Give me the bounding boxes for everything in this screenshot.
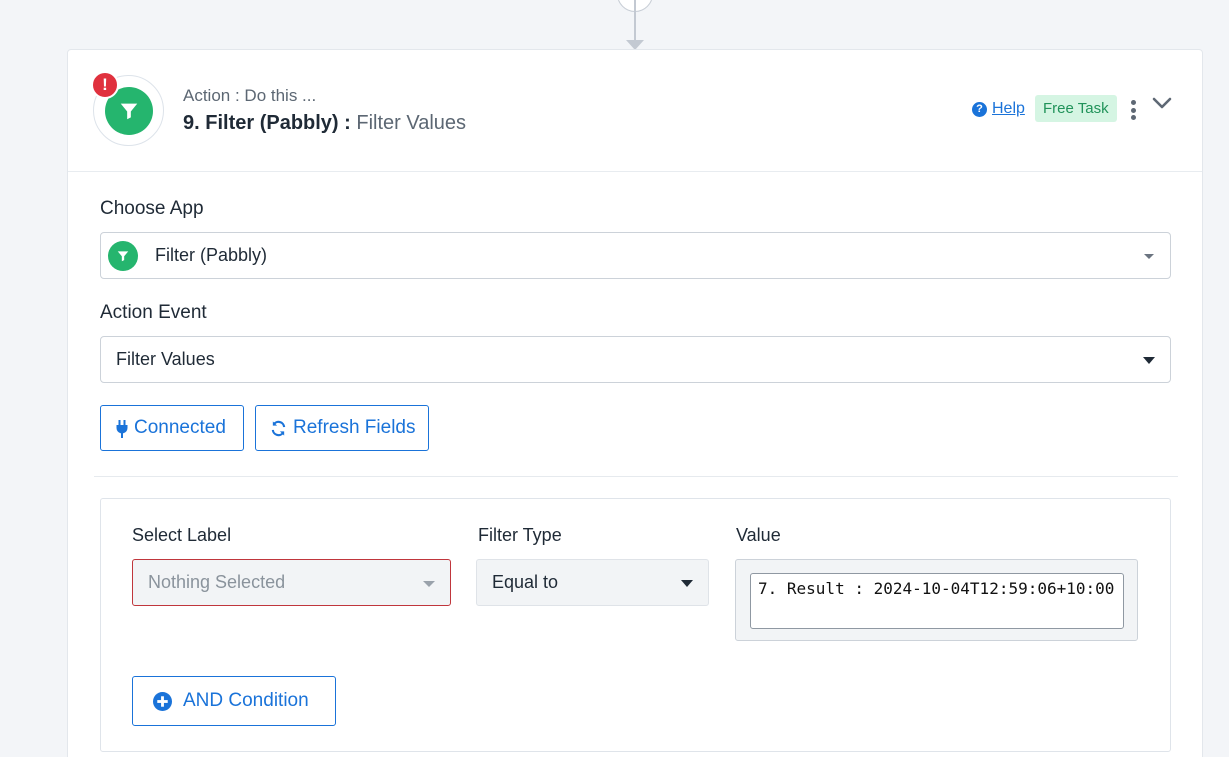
chevron-down-icon[interactable] xyxy=(1152,96,1172,115)
action-event-label: Action Event xyxy=(100,302,207,323)
free-task-badge: Free Task xyxy=(1035,95,1117,122)
section-divider xyxy=(94,476,1178,477)
filter-icon xyxy=(108,241,138,271)
step-header[interactable]: ! Action : Do this ... 9. Filter (Pabbly… xyxy=(68,50,1202,172)
plug-icon xyxy=(116,420,128,438)
and-condition-button[interactable]: AND Condition xyxy=(132,676,336,726)
choose-app-select[interactable]: Filter (Pabbly) xyxy=(100,232,1171,279)
plus-circle-icon xyxy=(153,692,172,711)
connector-line xyxy=(634,0,636,42)
action-event-select[interactable]: Filter Values xyxy=(100,336,1171,383)
refresh-icon xyxy=(271,420,286,437)
caret-down-icon xyxy=(1144,254,1154,259)
and-condition-button-label: AND Condition xyxy=(183,690,309,711)
value-field-container: 7. Result : 2024-10-04T12:59:06+10:00 xyxy=(735,559,1138,641)
connected-button-label: Connected xyxy=(134,417,226,438)
help-icon: ? xyxy=(972,101,987,117)
caret-down-icon xyxy=(423,581,435,587)
step-type-label: Action : Do this ... xyxy=(183,86,317,105)
choose-app-label: Choose App xyxy=(100,198,204,219)
kebab-menu-icon[interactable] xyxy=(1128,100,1138,120)
filter-type-value: Equal to xyxy=(492,572,559,592)
help-link-label[interactable]: Help xyxy=(992,100,1025,118)
connected-button[interactable]: Connected xyxy=(100,405,244,451)
filter-type-dropdown[interactable]: Equal to xyxy=(476,559,709,606)
step-app-name: 9. Filter (Pabbly) : xyxy=(183,112,351,134)
select-label-dropdown[interactable]: Nothing Selected xyxy=(132,559,451,606)
filter-conditions-panel: Select Label Nothing Selected Filter Typ… xyxy=(100,498,1171,752)
value-heading: Value xyxy=(736,525,781,545)
refresh-fields-button-label: Refresh Fields xyxy=(293,417,416,438)
step-event-name: Filter Values xyxy=(356,112,467,134)
caret-down-icon xyxy=(1143,357,1155,364)
action-step-card: ! Action : Do this ... 9. Filter (Pabbly… xyxy=(67,49,1203,757)
filter-type-heading: Filter Type xyxy=(478,525,562,545)
choose-app-value: Filter (Pabbly) xyxy=(155,245,268,265)
action-event-value: Filter Values xyxy=(116,349,215,369)
caret-down-icon xyxy=(681,580,693,587)
select-label-placeholder: Nothing Selected xyxy=(148,572,286,592)
refresh-fields-button[interactable]: Refresh Fields xyxy=(255,405,429,451)
value-input[interactable]: 7. Result : 2024-10-04T12:59:06+10:00 xyxy=(750,573,1124,629)
error-icon: ! xyxy=(91,71,119,99)
help-link[interactable]: ? Help xyxy=(972,100,1025,118)
step-title: 9. Filter (Pabbly) : Filter Values xyxy=(183,112,466,135)
select-label-heading: Select Label xyxy=(132,525,232,545)
